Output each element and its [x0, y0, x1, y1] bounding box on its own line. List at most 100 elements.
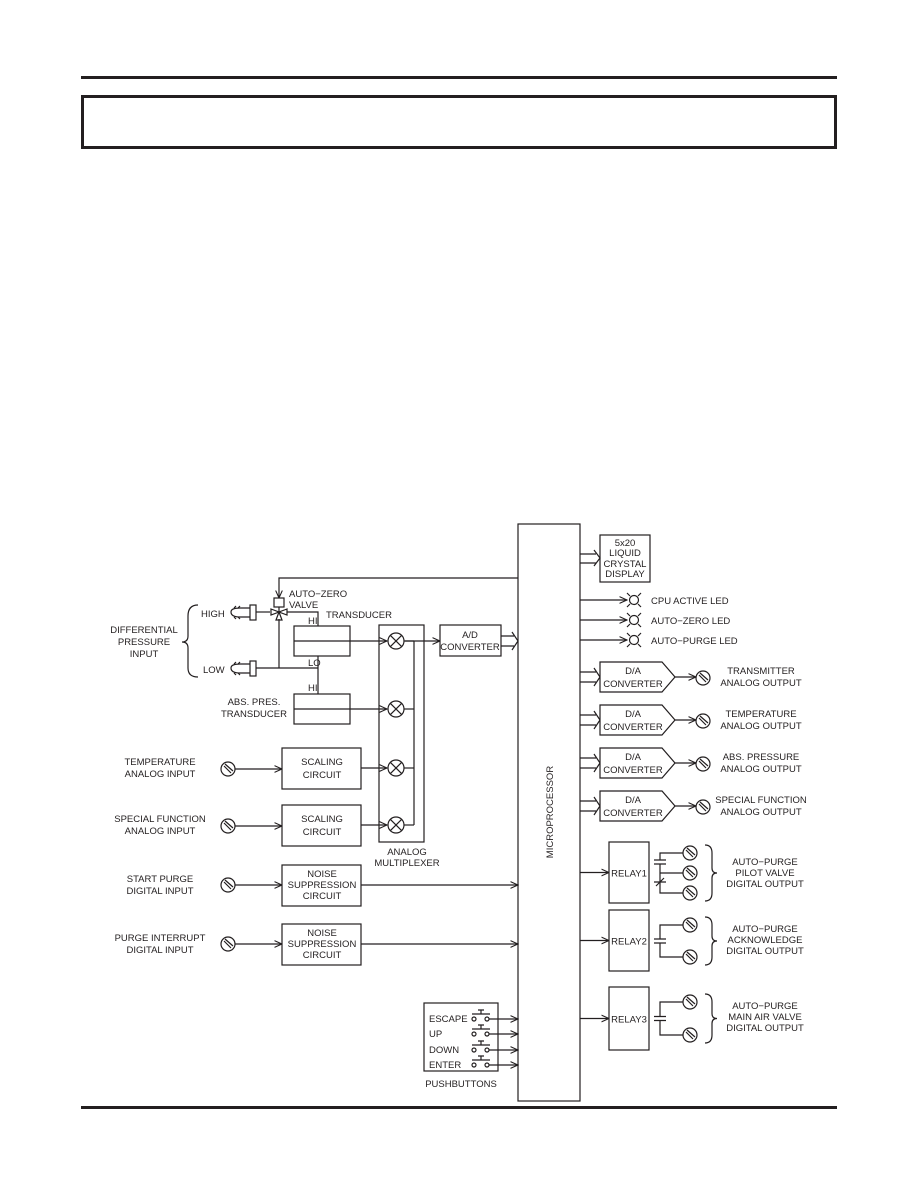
- high-label: HIGH: [201, 609, 225, 620]
- output-terminal-icon: [695, 713, 711, 729]
- low-port-fitting-icon: [230, 660, 257, 677]
- relay-label: RELAY3: [611, 1015, 647, 1026]
- transducer-lo-label: LO: [308, 658, 321, 669]
- digital-input-label: START PURGE: [127, 874, 194, 885]
- transducer-hi-label: HI: [308, 616, 318, 627]
- da-label: D/A: [625, 709, 642, 720]
- da-label: CONVERTER: [603, 679, 663, 690]
- da-label: CONVERTER: [603, 722, 663, 733]
- noise-circuit-label: NOISE: [307, 869, 337, 880]
- pushbutton-label: ENTER: [429, 1060, 461, 1071]
- pushbuttons-title: PUSHBUTTONS: [425, 1079, 497, 1090]
- noise-circuit-label: SUPPRESSION: [288, 880, 357, 891]
- dp-label-3: INPUT: [130, 649, 159, 660]
- relay-output-label: AUTO−PURGE: [732, 924, 798, 935]
- lcd-bus-arrow-icon: [580, 549, 601, 567]
- low-label: LOW: [203, 665, 225, 676]
- input-terminal-icon: [220, 936, 236, 952]
- block-diagram: MICROPROCESSOR DIFFERENTIAL PRESSURE INP…: [110, 523, 807, 1102]
- led-label: AUTO−ZERO LED: [651, 616, 730, 627]
- output-terminal-icon: [682, 917, 698, 933]
- dp-label-2: PRESSURE: [118, 637, 170, 648]
- da-label: CONVERTER: [603, 808, 663, 819]
- da-output-label: ABS. PRESSURE: [723, 752, 800, 763]
- relay-output-label: DIGITAL OUTPUT: [726, 946, 804, 957]
- scaling-circuit-block: [281, 747, 362, 790]
- relay-output-label: DIGITAL OUTPUT: [726, 1023, 804, 1034]
- adc-bus-arrow-icon: [501, 631, 519, 651]
- da-bus-arrow-icon: [580, 667, 601, 687]
- abs-transducer-label-2: TRANSDUCER: [221, 709, 287, 720]
- high-port-fitting-icon: [230, 604, 257, 621]
- relay-output-brace: [704, 844, 718, 902]
- output-terminal-icon: [695, 756, 711, 772]
- input-terminal-icon: [220, 761, 236, 777]
- pushbutton-label: DOWN: [429, 1045, 459, 1056]
- noise-circuit-label: CIRCUIT: [303, 950, 342, 961]
- ad-label-1: A/D: [462, 630, 478, 641]
- da-output-label: ANALOG OUTPUT: [720, 721, 801, 732]
- relay-output-brace: [704, 916, 718, 966]
- led-label: AUTO−PURGE LED: [651, 636, 738, 647]
- da-label: D/A: [625, 666, 642, 677]
- mux-label-2: MULTIPLEXER: [374, 858, 439, 869]
- scaling-circuit-block: [281, 804, 362, 847]
- relay-contacts-icon: [654, 852, 683, 894]
- mux-switch-icon: [387, 759, 405, 777]
- bottom-rule: [81, 1106, 837, 1109]
- analog-input-label: SPECIAL FUNCTION: [114, 814, 206, 825]
- analog-input-label: TEMPERATURE: [124, 757, 195, 768]
- led-icon: [626, 612, 642, 628]
- relay-label: RELAY1: [611, 869, 647, 880]
- output-terminal-icon: [682, 845, 698, 861]
- mux-switch-icon: [387, 816, 405, 834]
- transducer-label: TRANSDUCER: [326, 610, 392, 621]
- dp-brace: [181, 604, 199, 678]
- digital-input-label: PURGE INTERRUPT: [115, 933, 206, 944]
- noise-circuit-label: SUPPRESSION: [288, 939, 357, 950]
- led-icon: [626, 592, 642, 608]
- da-label: D/A: [625, 752, 642, 763]
- relay-output-label: AUTO−PURGE: [732, 1001, 798, 1012]
- analog-multiplexer-block: [378, 624, 425, 843]
- scaling-circuit-label: SCALING: [301, 757, 343, 768]
- lcd-label-2: LIQUID: [609, 548, 641, 559]
- da-bus-arrow-icon: [580, 753, 601, 773]
- differential-pressure-input: DIFFERENTIAL PRESSURE INPUT HIGH LOW: [110, 604, 318, 678]
- relay-contacts-icon: [654, 924, 683, 958]
- auto-zero-valve-label-1: AUTO−ZERO: [289, 589, 347, 600]
- relay-label: RELAY2: [611, 937, 647, 948]
- da-output-label: TEMPERATURE: [725, 709, 796, 720]
- auto-zero-valve-label-2: VALVE: [289, 600, 318, 611]
- relay-output-brace: [704, 993, 718, 1044]
- da-output-label: ANALOG OUTPUT: [720, 764, 801, 775]
- input-terminal-icon: [220, 818, 236, 834]
- noise-circuit-label: NOISE: [307, 928, 337, 939]
- output-terminal-icon: [695, 799, 711, 815]
- da-output-label: TRANSMITTER: [727, 666, 795, 677]
- ad-label-2: CONVERTER: [440, 642, 500, 653]
- da-label: D/A: [625, 795, 642, 806]
- led-icon: [626, 632, 642, 648]
- scaling-circuit-label: SCALING: [301, 814, 343, 825]
- analog-input-label: ANALOG INPUT: [125, 769, 196, 780]
- da-output-label: SPECIAL FUNCTION: [715, 795, 807, 806]
- relay-output-label: MAIN AIR VALVE: [728, 1012, 802, 1023]
- input-terminal-icon: [220, 877, 236, 893]
- output-terminal-icon: [682, 949, 698, 965]
- pushbutton-label: ESCAPE: [429, 1014, 468, 1025]
- digital-input-label: DIGITAL INPUT: [126, 945, 193, 956]
- mux-switch-icon: [387, 632, 405, 650]
- abs-transducer-label-1: ABS. PRES.: [228, 697, 281, 708]
- output-terminal-icon: [695, 670, 711, 686]
- output-terminal-icon: [682, 885, 698, 901]
- output-terminal-icon: [682, 865, 698, 881]
- lcd-label-4: DISPLAY: [605, 569, 645, 580]
- pushbutton-label: UP: [429, 1029, 442, 1040]
- output-terminal-icon: [682, 994, 698, 1010]
- auto-zero-valve-icon: [270, 597, 288, 621]
- relay-output-label: ACKNOWLEDGE: [728, 935, 803, 946]
- digital-input-label: DIGITAL INPUT: [126, 886, 193, 897]
- da-output-label: ANALOG OUTPUT: [720, 807, 801, 818]
- mux-switch-icon: [387, 700, 405, 718]
